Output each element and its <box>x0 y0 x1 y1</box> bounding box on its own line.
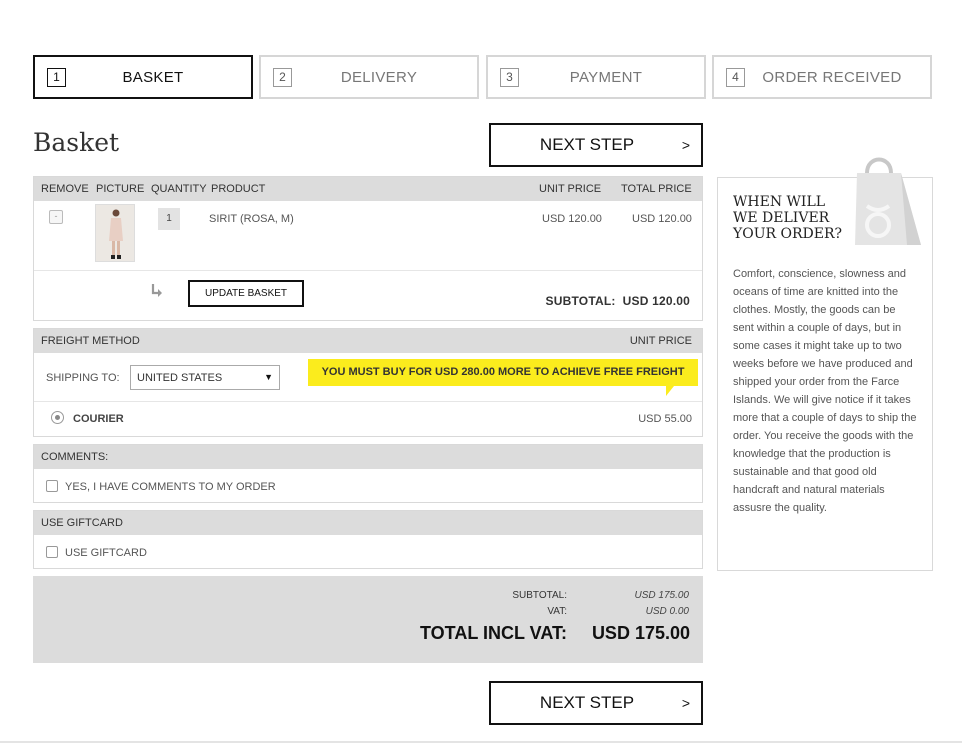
totals-vat-value: USD 0.00 <box>645 606 689 617</box>
courier-price: USD 55.00 <box>638 413 692 425</box>
next-step-label: NEXT STEP <box>539 693 635 712</box>
col-total-price: TOTAL PRICE <box>621 183 692 195</box>
total-price: USD 120.00 <box>632 213 692 225</box>
giftcard-header: USE GIFTCARD <box>34 511 702 535</box>
col-unit-price: UNIT PRICE <box>539 183 602 195</box>
courier-radio[interactable] <box>51 411 64 424</box>
step-delivery[interactable]: 2 DELIVERY <box>259 55 479 99</box>
free-freight-notice: YOU MUST BUY FOR USD 280.00 MORE TO ACHI… <box>308 359 698 386</box>
step-number: 3 <box>500 68 519 87</box>
giftcard-checkbox[interactable] <box>46 546 58 558</box>
table-row: - 1 SIRIT (ROSA, M) USD 120.00 USD 120.0… <box>34 201 702 271</box>
col-remove: REMOVE <box>41 183 89 195</box>
chevron-right-icon: > <box>681 137 691 153</box>
basket-header: REMOVE PICTURE QUANTITY PRODUCT UNIT PRI… <box>34 177 702 201</box>
giftcard-title: USE GIFTCARD <box>41 517 123 529</box>
subtotal-value: USD 120.00 <box>622 294 690 308</box>
next-step-label: NEXT STEP <box>539 135 635 154</box>
courier-label: COURIER <box>73 413 124 425</box>
order-totals: SUBTOTAL: USD 175.00 VAT: USD 0.00 TOTAL… <box>33 576 703 663</box>
totals-subtotal-value: USD 175.00 <box>634 590 689 601</box>
comments-row: YES, I HAVE COMMENTS TO MY ORDER <box>34 469 702 504</box>
freight-unit-price-label: UNIT PRICE <box>629 335 692 347</box>
update-basket-button[interactable]: UPDATE BASKET <box>188 280 304 307</box>
courier-row[interactable]: COURIER USD 55.00 <box>34 402 702 436</box>
product-name[interactable]: SIRIT (ROSA, M) <box>209 213 294 225</box>
comments-header: COMMENTS: <box>34 445 702 469</box>
step-order-received[interactable]: 4 ORDER RECEIVED <box>712 55 932 99</box>
return-arrow-icon <box>151 284 162 297</box>
comments-title: COMMENTS: <box>41 451 109 463</box>
subtotal-label: SUBTOTAL: <box>545 294 616 308</box>
total-incl-vat-value: USD 175.00 <box>591 623 690 643</box>
step-payment[interactable]: 3 PAYMENT <box>486 55 706 99</box>
shipping-to-label: SHIPPING TO: <box>46 372 120 384</box>
giftcard-checkbox-label[interactable]: USE GIFTCARD <box>65 547 147 559</box>
step-label: BASKET <box>122 68 184 86</box>
basket-table: REMOVE PICTURE QUANTITY PRODUCT UNIT PRI… <box>33 176 703 321</box>
step-number: 1 <box>47 68 66 87</box>
footer-divider <box>0 741 962 743</box>
country-select[interactable]: UNITED STATES ▼ <box>130 365 280 390</box>
comments-checkbox-label[interactable]: YES, I HAVE COMMENTS TO MY ORDER <box>65 481 276 493</box>
next-step-button-top[interactable]: NEXT STEP > <box>489 123 703 167</box>
unit-price: USD 120.00 <box>542 213 602 225</box>
step-label: DELIVERY <box>340 68 418 86</box>
giftcard-section: USE GIFTCARD USE GIFTCARD <box>33 510 703 569</box>
page-title: Basket <box>33 128 120 157</box>
step-label: PAYMENT <box>569 68 643 86</box>
step-basket[interactable]: 1 BASKET <box>33 55 253 99</box>
col-quantity: QUANTITY <box>151 183 207 195</box>
giftcard-row: USE GIFTCARD <box>34 535 702 570</box>
shopping-bag-icon <box>855 157 921 245</box>
checkout-steps: 1 BASKET 2 DELIVERY 3 PAYMENT 4 ORDER RE… <box>33 55 932 99</box>
remove-item-button[interactable]: - <box>49 210 63 224</box>
chevron-right-icon: > <box>681 695 691 711</box>
step-number: 4 <box>726 68 745 87</box>
product-image[interactable] <box>95 204 135 262</box>
quantity-value[interactable]: 1 <box>158 208 180 230</box>
notice-tip <box>666 386 674 396</box>
step-number: 2 <box>273 68 292 87</box>
col-product: PRODUCT <box>211 183 266 195</box>
comments-checkbox[interactable] <box>46 480 58 492</box>
comments-section: COMMENTS: YES, I HAVE COMMENTS TO MY ORD… <box>33 444 703 503</box>
freight-section: FREIGHT METHOD UNIT PRICE SHIPPING TO: U… <box>33 328 703 437</box>
total-incl-vat-label: TOTAL INCL VAT: <box>420 623 567 643</box>
col-picture: PICTURE <box>96 183 145 195</box>
freight-header: FREIGHT METHOD UNIT PRICE <box>34 329 702 353</box>
freight-method-label: FREIGHT METHOD <box>41 335 140 347</box>
delivery-info-text: Comfort, conscience, slowness and oceans… <box>733 268 917 514</box>
update-row: UPDATE BASKET SUBTOTAL: USD 120.00 <box>34 271 702 321</box>
delivery-info-title: WHEN WILL WE DELIVER YOUR ORDER? <box>733 194 843 242</box>
next-step-button-bottom[interactable]: NEXT STEP > <box>489 681 703 725</box>
totals-vat-label: VAT: <box>547 606 567 617</box>
step-label: ORDER RECEIVED <box>762 68 902 86</box>
basket-subtotal: SUBTOTAL: USD 120.00 <box>546 294 690 308</box>
caret-down-icon: ▼ <box>264 372 273 382</box>
country-value: UNITED STATES <box>137 372 223 384</box>
shipping-row: SHIPPING TO: UNITED STATES ▼ YOU MUST BU… <box>34 353 702 402</box>
totals-subtotal-label: SUBTOTAL: <box>512 590 567 601</box>
